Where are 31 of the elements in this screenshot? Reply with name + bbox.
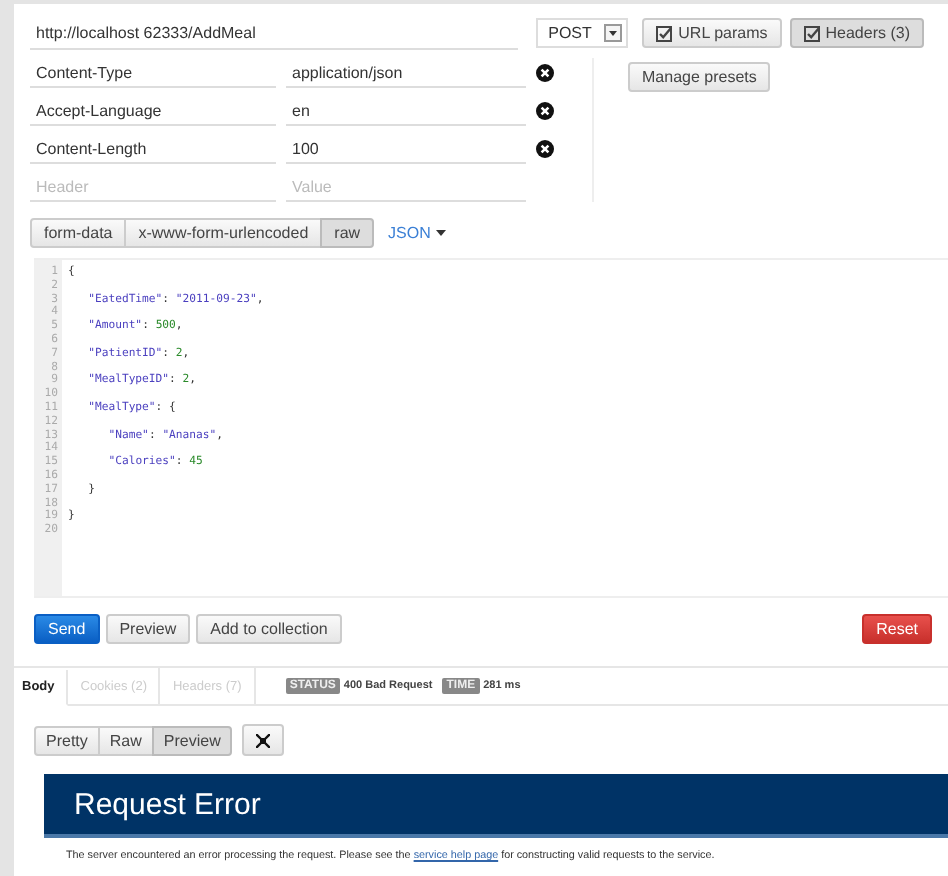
headers-button[interactable]: Headers (3) [789, 18, 924, 48]
url-params-button[interactable]: URL params [642, 18, 782, 48]
remove-icon[interactable] [536, 64, 554, 82]
reset-button[interactable]: Reset [862, 614, 932, 644]
send-button[interactable]: Send [34, 614, 100, 644]
url-field[interactable]: http://localhost 62333/AddMeal [30, 17, 519, 49]
header-key-field[interactable]: Content-Type [30, 58, 276, 88]
checkbox-icon [803, 25, 820, 41]
header-value-field[interactable]: 100 [286, 134, 526, 164]
header-value-field[interactable]: application/json [286, 58, 526, 88]
method-select[interactable]: POST [536, 18, 629, 48]
format-dropdown[interactable]: JSON [388, 224, 447, 242]
wrap-button[interactable] [242, 724, 285, 756]
remove-icon[interactable] [536, 102, 554, 120]
header-key-field[interactable]: Accept-Language [30, 96, 276, 126]
add-to-collection-button[interactable]: Add to collection [196, 614, 342, 644]
header-value-field[interactable]: en [286, 96, 526, 126]
preview-button[interactable]: Preview [105, 614, 191, 644]
caret-icon [436, 230, 447, 236]
body-mode-tab[interactable]: raw [320, 218, 375, 248]
remove-icon[interactable] [536, 140, 554, 158]
view-mode-tab[interactable]: Pretty [34, 725, 100, 755]
manage-presets-button[interactable]: Manage presets [628, 62, 771, 92]
body-mode-tab[interactable]: form-data [30, 218, 127, 248]
view-mode-tab[interactable]: Preview [151, 725, 233, 755]
error-title: Request Error [44, 774, 948, 838]
body-mode-tab[interactable]: x-www-form-urlencoded [124, 218, 323, 248]
header-key-field[interactable]: Content-Length [30, 134, 276, 164]
view-mode-tab[interactable]: Raw [97, 725, 154, 755]
checkbox-icon [656, 25, 673, 41]
collapse-icon [256, 733, 271, 747]
